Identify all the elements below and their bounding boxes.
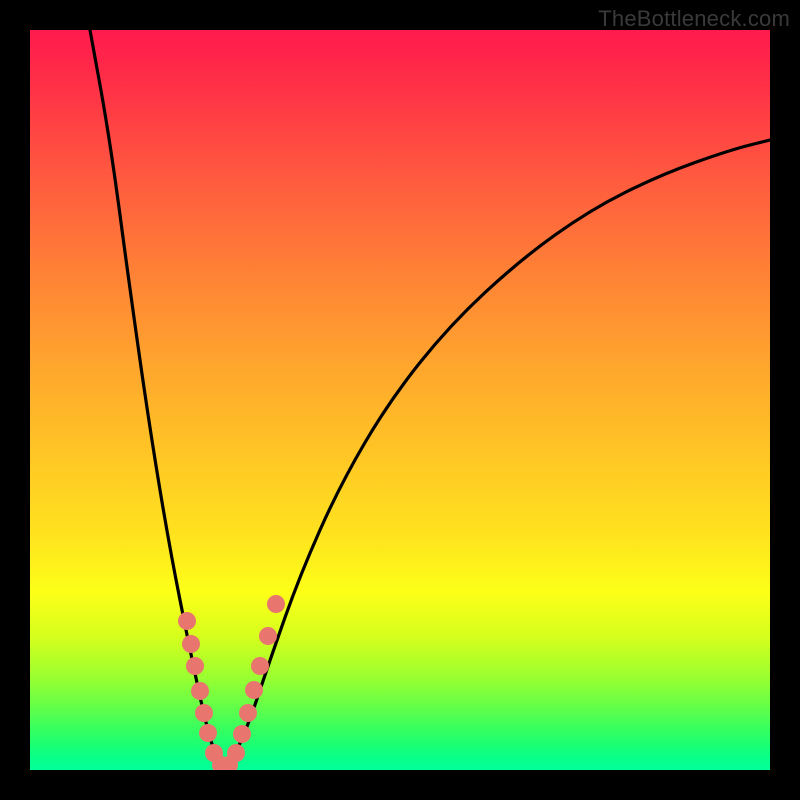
marker-dot — [251, 657, 269, 675]
marker-dot — [195, 704, 213, 722]
marker-cluster — [178, 595, 285, 770]
marker-dot — [186, 657, 204, 675]
marker-dot — [199, 724, 217, 742]
bottleneck-curve — [90, 30, 770, 765]
marker-dot — [267, 595, 285, 613]
marker-dot — [191, 682, 209, 700]
marker-dot — [227, 744, 245, 762]
watermark-text: TheBottleneck.com — [598, 6, 790, 32]
marker-dot — [245, 681, 263, 699]
chart-frame: TheBottleneck.com — [0, 0, 800, 800]
marker-dot — [239, 704, 257, 722]
chart-plot-area — [30, 30, 770, 770]
chart-svg — [30, 30, 770, 770]
marker-dot — [182, 635, 200, 653]
marker-dot — [259, 627, 277, 645]
marker-dot — [233, 725, 251, 743]
marker-dot — [178, 612, 196, 630]
